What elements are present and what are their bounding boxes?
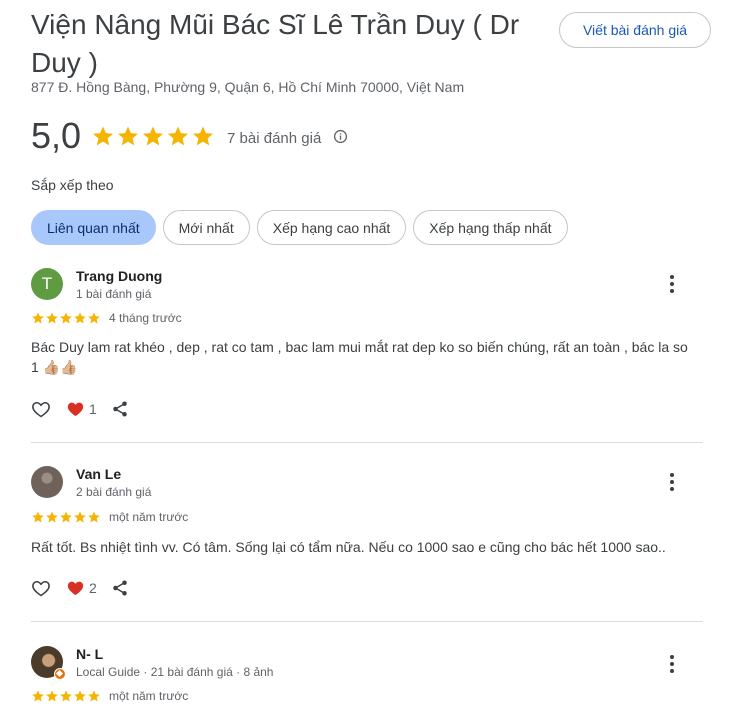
divider: [31, 621, 703, 622]
sort-chip-lowest[interactable]: Xếp hạng thấp nhất: [413, 210, 568, 245]
star-icon: [73, 510, 87, 524]
reviewer-meta: 2 bài đánh giá: [76, 485, 152, 499]
star-icon: [87, 689, 101, 703]
review-time: một năm trước: [109, 510, 189, 524]
review-item: N- L Local Guide · 21 bài đánh giá · 8 ả…: [31, 646, 703, 706]
reviewer-name[interactable]: Trang Duong: [76, 268, 162, 284]
review-time: một năm trước: [109, 689, 189, 703]
thumbs-up-emoji: 👍🏼👍🏼: [42, 359, 78, 375]
reaction-count: 1: [89, 401, 97, 417]
local-guide-badge-icon: [54, 668, 66, 680]
star-icon: [45, 311, 59, 325]
star-icon: [91, 124, 115, 148]
review-text: Rất tốt. Bs nhiệt tình vv. Có tâm. Sống …: [31, 539, 666, 555]
star-icon: [166, 124, 190, 148]
reviewer-meta: 1 bài đánh giá: [76, 287, 152, 301]
info-icon[interactable]: [333, 129, 348, 144]
heart-reaction[interactable]: 2: [67, 580, 97, 596]
reviewer-meta: Local Guide · 21 bài đánh giá · 8 ảnh: [76, 665, 274, 679]
reviewer-name[interactable]: Van Le: [76, 466, 121, 482]
avatar[interactable]: [31, 646, 66, 680]
review-count[interactable]: 7 bài đánh giá: [227, 130, 321, 147]
more-options-icon[interactable]: [662, 470, 682, 494]
heart-icon: [67, 581, 84, 596]
star-icon: [31, 510, 45, 524]
star-icon: [73, 311, 87, 325]
reviewer-name[interactable]: N- L: [76, 646, 103, 662]
star-icon: [45, 689, 59, 703]
review-rating: một năm trước: [31, 689, 188, 703]
reaction-count: 2: [89, 580, 97, 596]
star-icon: [191, 124, 215, 148]
avatar[interactable]: [31, 466, 63, 498]
review-rating: 4 tháng trước: [31, 311, 182, 325]
sort-chip-relevant[interactable]: Liên quan nhất: [31, 210, 156, 245]
sort-chips: Liên quan nhất Mới nhất Xếp hạng cao nhấ…: [31, 210, 568, 245]
share-icon[interactable]: [111, 400, 129, 418]
review-time: 4 tháng trước: [109, 311, 182, 325]
more-options-icon[interactable]: [662, 652, 682, 676]
star-icon: [45, 510, 59, 524]
place-address: 877 Đ. Hồng Bàng, Phường 9, Quận 6, Hồ C…: [31, 79, 465, 95]
heart-icon: [67, 402, 84, 417]
like-icon[interactable]: [31, 578, 51, 598]
sort-chip-highest[interactable]: Xếp hạng cao nhất: [256, 210, 407, 245]
review-item: Van Le 2 bài đánh giá một năm trước Rất …: [31, 466, 703, 606]
star-icon: [59, 510, 73, 524]
star-icon: [116, 124, 140, 148]
star-icon: [87, 311, 101, 325]
review-text: Bác Duy lam rat khéo , dep , rat co tam …: [31, 337, 696, 377]
star-icon: [31, 689, 45, 703]
star-icon: [59, 689, 73, 703]
review-actions: 2: [31, 578, 129, 598]
avatar[interactable]: T: [31, 268, 63, 300]
review-actions: 1: [31, 399, 129, 419]
like-icon[interactable]: [31, 399, 51, 419]
divider: [31, 442, 703, 443]
star-icon: [73, 689, 87, 703]
share-icon[interactable]: [111, 579, 129, 597]
review-item: T Trang Duong 1 bài đánh giá 4 tháng trư…: [31, 268, 703, 428]
star-icon: [141, 124, 165, 148]
rating-summary: 5,0 7 bài đánh giá: [31, 114, 348, 158]
star-icon: [31, 311, 45, 325]
more-options-icon[interactable]: [662, 272, 682, 296]
heart-reaction[interactable]: 1: [67, 401, 97, 417]
star-icon: [87, 510, 101, 524]
sort-chip-newest[interactable]: Mới nhất: [162, 210, 250, 245]
sort-label: Sắp xếp theo: [31, 177, 114, 193]
rating-score: 5,0: [31, 115, 82, 156]
place-title: Viện Nâng Mũi Bác Sĩ Lê Trần Duy ( Dr Du…: [31, 9, 520, 78]
rating-stars: [91, 124, 215, 148]
review-rating: một năm trước: [31, 510, 188, 524]
write-review-button[interactable]: Viết bài đánh giá: [559, 12, 711, 48]
star-icon: [59, 311, 73, 325]
review-text-body: Bác Duy lam rat khéo , dep , rat co tam …: [31, 339, 688, 375]
